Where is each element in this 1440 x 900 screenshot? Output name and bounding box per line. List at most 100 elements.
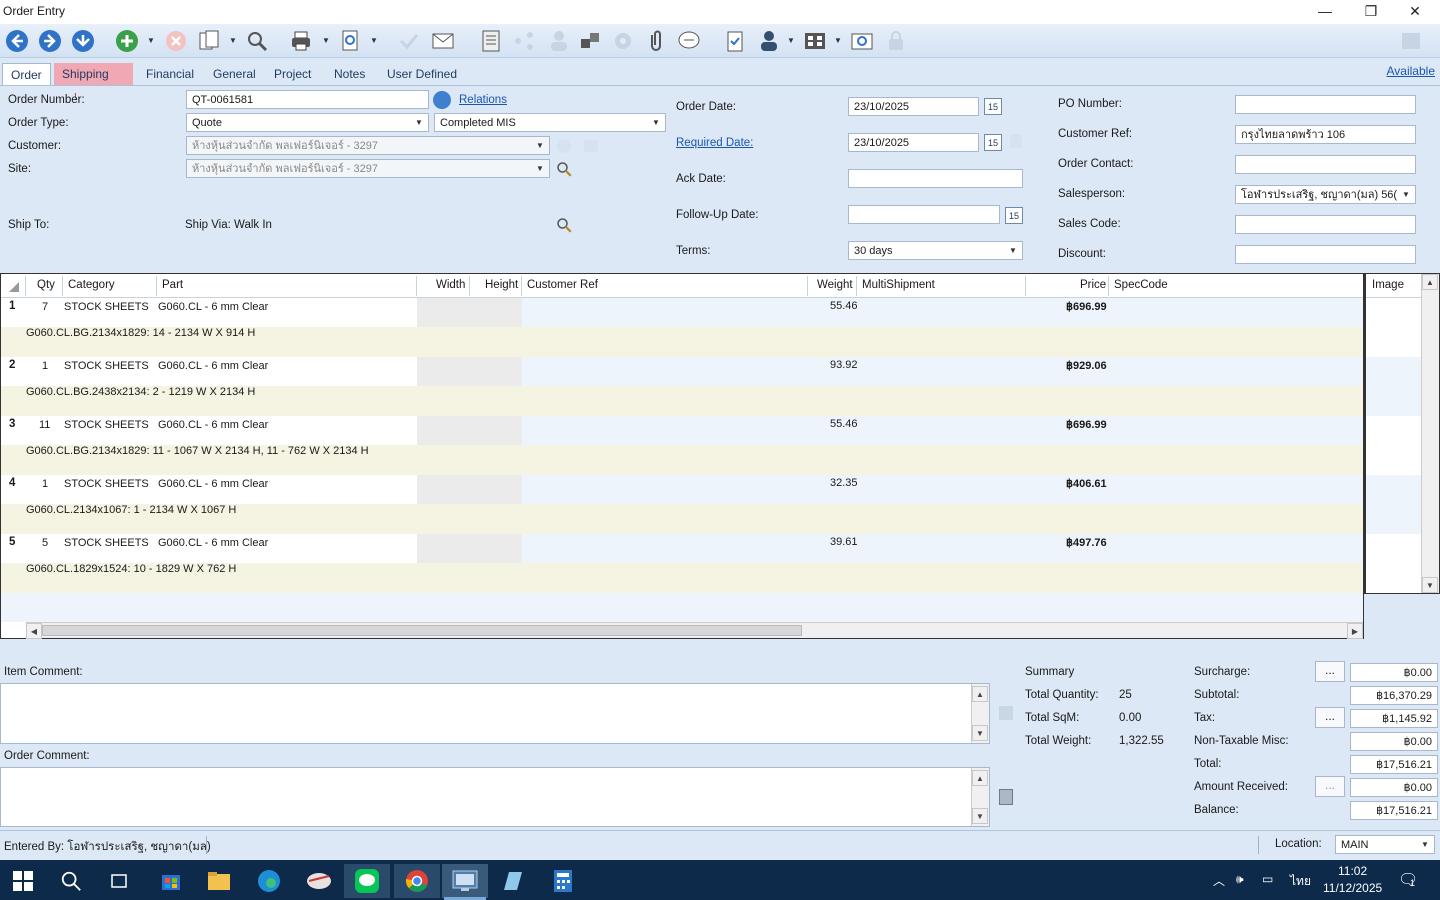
chevron-down-icon[interactable]: ▼ xyxy=(531,137,549,154)
col-category[interactable]: Category xyxy=(68,279,115,291)
cell-qty[interactable]: 5 xyxy=(42,537,48,549)
search-icon[interactable] xyxy=(48,864,94,898)
forward-icon[interactable] xyxy=(37,28,63,54)
volume-icon[interactable]: 🕪 xyxy=(1236,872,1244,887)
grid-dropdown-icon[interactable]: ▼ xyxy=(834,36,842,45)
scroll-right-icon[interactable]: ▶ xyxy=(1347,623,1363,639)
clock-date[interactable]: 11/12/2025 xyxy=(1323,881,1382,895)
item-comment-scrollbar[interactable]: ▲ ▼ xyxy=(971,684,989,743)
col-height[interactable]: Height xyxy=(485,279,518,291)
copy-icon[interactable] xyxy=(196,28,222,54)
cell-price[interactable]: ฿497.76 xyxy=(1066,536,1107,549)
cell-weight[interactable]: 39.61 xyxy=(830,536,858,548)
notes-app-icon[interactable] xyxy=(490,864,536,898)
col-width[interactable]: Width xyxy=(436,279,465,291)
col-part[interactable]: Part xyxy=(162,279,183,291)
sales-code-field[interactable] xyxy=(1235,215,1416,234)
cell-size[interactable] xyxy=(417,475,522,504)
chevron-down-icon[interactable]: ▼ xyxy=(531,160,549,177)
horizontal-scrollbar[interactable]: ◀ ▶ xyxy=(26,622,1363,639)
chrome-icon[interactable] xyxy=(394,864,440,898)
customer-select[interactable]: ห้างหุ้นส่วนจำกัด พลเฟอร์นิเจอร์ - 3297 ▼ xyxy=(186,136,550,155)
restore-button[interactable]: ❐ xyxy=(1348,0,1394,24)
print-icon[interactable] xyxy=(288,28,314,54)
tab-user-defined[interactable]: User Defined xyxy=(379,63,465,85)
order-comment-scrollbar[interactable]: ▲ ▼ xyxy=(971,768,989,826)
required-date-link[interactable]: Required Date: xyxy=(676,137,753,149)
chevron-down-icon[interactable]: ▼ xyxy=(1416,836,1434,853)
available-link[interactable]: Available xyxy=(1387,64,1435,78)
search-icon[interactable] xyxy=(244,28,270,54)
file-explorer-icon[interactable] xyxy=(196,864,242,898)
scroll-down-icon[interactable]: ▼ xyxy=(972,725,988,741)
site-search-icon[interactable] xyxy=(555,160,573,178)
cell-category[interactable]: STOCK SHEETS xyxy=(64,301,149,313)
col-multishipment[interactable]: MultiShipment xyxy=(862,279,935,291)
tab-notes[interactable]: Notes xyxy=(326,63,373,85)
cell-weight[interactable]: 93.92 xyxy=(830,359,858,371)
task-view-icon[interactable] xyxy=(96,864,142,898)
add-icon[interactable] xyxy=(114,28,140,54)
notifications-icon[interactable]: 🗨 xyxy=(1398,870,1418,890)
scroll-left-icon[interactable]: ◀ xyxy=(26,623,42,639)
followup-date-field[interactable] xyxy=(848,205,1000,224)
cell-price[interactable]: ฿696.99 xyxy=(1066,300,1107,313)
terms-select[interactable]: 30 days ▼ xyxy=(848,241,1023,260)
cell-price[interactable]: ฿696.99 xyxy=(1066,418,1107,431)
order-type-select[interactable]: Quote ▼ xyxy=(186,113,429,132)
salesperson-select[interactable]: โอฬารประเสริฐ, ชญาดา(มล) 56(▼ xyxy=(1235,185,1416,204)
scroll-down-icon[interactable]: ▼ xyxy=(972,808,988,824)
col-qty[interactable]: Qty xyxy=(37,279,55,291)
user-dropdown-icon[interactable]: ▼ xyxy=(787,36,795,45)
cell-size[interactable] xyxy=(417,298,522,327)
col-price[interactable]: Price xyxy=(1080,279,1106,291)
location-select[interactable]: MAIN ▼ xyxy=(1335,835,1435,854)
cell-category[interactable]: STOCK SHEETS xyxy=(64,360,149,372)
tab-general[interactable]: General xyxy=(205,63,264,85)
chevron-down-icon[interactable]: ▼ xyxy=(1004,242,1022,259)
back-icon[interactable] xyxy=(4,28,30,54)
cell-category[interactable]: STOCK SHEETS xyxy=(64,419,149,431)
status-select[interactable]: Completed MIS ▼ xyxy=(434,113,666,132)
site-select[interactable]: ห้างหุ้นส่วนจำกัด พลเฟอร์นิเจอร์ - 3297 ▼ xyxy=(186,159,550,178)
ack-date-field[interactable] xyxy=(848,169,1023,188)
customer-ref-field[interactable]: กรุงไทยลาดพร้าว 106 xyxy=(1235,125,1416,144)
calendar-icon[interactable]: 15 xyxy=(984,98,1002,115)
grid-view-icon[interactable] xyxy=(802,28,828,54)
preview-icon[interactable] xyxy=(338,28,364,54)
network-icon[interactable]: ▭ xyxy=(1262,872,1273,886)
cell-size[interactable] xyxy=(417,534,522,563)
edge-icon[interactable] xyxy=(246,864,292,898)
order-date-field[interactable]: 23/10/2025 xyxy=(848,97,979,116)
cell-qty[interactable]: 1 xyxy=(42,478,48,490)
chevron-down-icon[interactable]: ▼ xyxy=(1397,186,1415,203)
order-contact-field[interactable] xyxy=(1235,155,1416,174)
tax-button[interactable]: ... xyxy=(1315,707,1345,728)
email-icon[interactable] xyxy=(430,28,456,54)
user-icon[interactable] xyxy=(756,28,782,54)
image-scrollbar[interactable]: ▲ ▼ xyxy=(1421,274,1439,593)
table-row[interactable]: 2 1 STOCK SHEETS G060.CL - 6 mm Clear 93… xyxy=(1,357,1363,386)
surcharge-button[interactable]: ... xyxy=(1315,661,1345,682)
ship-search-icon[interactable] xyxy=(555,216,573,234)
order-comment-input[interactable] xyxy=(0,767,990,827)
close-button[interactable]: ✕ xyxy=(1392,0,1438,24)
cell-part[interactable]: G060.CL - 6 mm Clear xyxy=(158,537,268,549)
tab-financial[interactable]: Financial xyxy=(138,63,202,85)
table-row[interactable]: 4 1 STOCK SHEETS G060.CL - 6 mm Clear 32… xyxy=(1,475,1363,504)
required-date-field[interactable]: 23/10/2025 xyxy=(848,133,979,152)
globe-icon[interactable] xyxy=(433,91,451,109)
cell-weight[interactable]: 55.46 xyxy=(830,300,858,312)
print-dropdown-icon[interactable]: ▼ xyxy=(322,36,330,45)
camera-icon[interactable] xyxy=(849,28,875,54)
col-speccode[interactable]: SpecCode xyxy=(1114,279,1168,291)
calendar-icon[interactable]: 15 xyxy=(984,134,1002,151)
cell-qty[interactable]: 11 xyxy=(39,419,50,431)
copy-dropdown-icon[interactable]: ▼ xyxy=(229,36,237,45)
scroll-down-icon[interactable]: ▼ xyxy=(1422,577,1438,593)
new-row[interactable] xyxy=(1,593,1363,622)
attachment-icon[interactable] xyxy=(643,28,669,54)
language-indicator[interactable]: ไทย xyxy=(1290,872,1311,891)
discount-field[interactable] xyxy=(1235,245,1416,264)
add-dropdown-icon[interactable]: ▼ xyxy=(147,36,155,45)
